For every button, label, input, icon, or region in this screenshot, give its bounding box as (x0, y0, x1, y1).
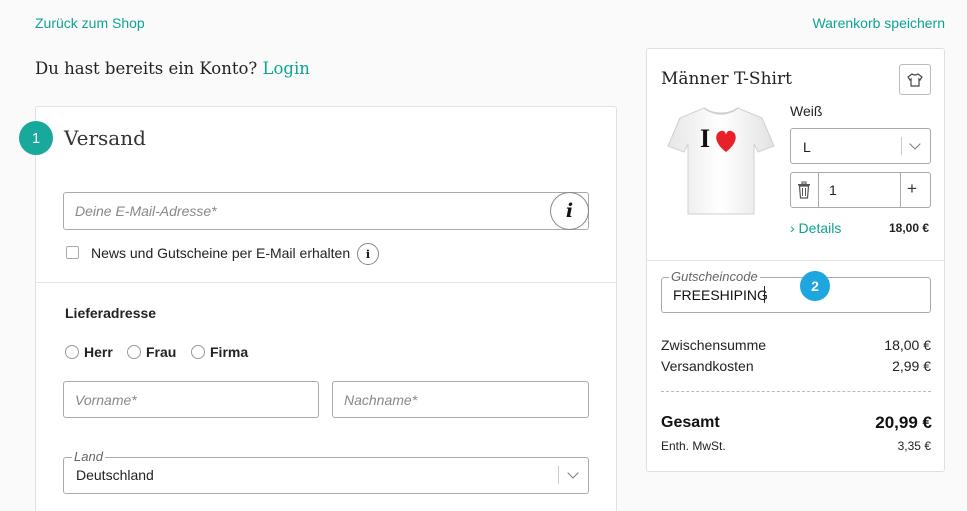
shipping-cost-value: 2,99 € (892, 358, 931, 374)
item-price: 18,00 € (889, 221, 930, 235)
total-value: 20,99 € (875, 413, 932, 432)
step-badge-1: 1 (19, 121, 53, 155)
product-image: I (666, 102, 776, 218)
quantity-separator-right (900, 172, 901, 208)
product-title: Männer T-Shirt (661, 69, 792, 89)
quantity-separator-left (818, 172, 819, 208)
email-field[interactable] (63, 192, 589, 230)
country-value: Deutschland (76, 467, 154, 483)
info-icon[interactable]: i (550, 192, 589, 230)
quantity-plus-button[interactable]: + (907, 179, 917, 199)
tax-value: 3,35 € (897, 439, 931, 453)
account-prompt-text: Du hast bereits ein Konto? (35, 59, 258, 78)
size-value: L (803, 139, 811, 155)
product-details-link[interactable]: › Details (790, 220, 841, 236)
first-name-field[interactable] (63, 381, 319, 418)
newsletter-label: News und Gutscheine per E-Mail erhalten (91, 245, 351, 261)
account-prompt: Du hast bereits ein Konto? Login (35, 59, 310, 78)
shirt-print-letter: I (700, 124, 710, 153)
size-select-separator (901, 137, 902, 155)
delivery-address-title: Lieferadresse (65, 305, 157, 321)
subtotal-value: 18,00 € (884, 337, 931, 353)
shipping-cost-label: Versandkosten (661, 358, 754, 374)
coupon-label: Gutscheincode (669, 269, 760, 284)
trash-icon[interactable] (796, 181, 812, 199)
tshirt-edit-icon (907, 72, 923, 87)
summary-dashed-divider (661, 391, 931, 392)
radio-label-herr: Herr (84, 344, 113, 360)
email-input[interactable] (64, 193, 544, 229)
section-divider (36, 282, 616, 283)
coupon-value[interactable]: FREESHIPING (673, 287, 768, 303)
radio-label-frau: Frau (146, 344, 177, 360)
section-title-shipping: Versand (64, 126, 146, 150)
newsletter-checkbox[interactable] (66, 246, 79, 259)
back-to-shop-link[interactable]: Zurück zum Shop (35, 15, 145, 31)
login-link[interactable]: Login (263, 59, 310, 78)
text-cursor (764, 286, 765, 303)
radio-herr[interactable] (65, 345, 79, 359)
edit-product-button[interactable] (899, 64, 931, 95)
cart-divider (647, 260, 944, 261)
step-badge-2: 2 (800, 271, 830, 301)
save-cart-link[interactable]: Warenkorb speichern (812, 15, 945, 31)
radio-frau[interactable] (127, 345, 141, 359)
first-name-input[interactable] (64, 382, 318, 417)
product-color: Weiß (790, 103, 823, 119)
tax-label: Enth. MwSt. (661, 439, 726, 453)
last-name-field[interactable] (332, 381, 589, 418)
country-select-separator (558, 466, 559, 484)
radio-firma[interactable] (191, 345, 205, 359)
total-label: Gesamt (661, 414, 720, 431)
subtotal-label: Zwischensumme (661, 337, 767, 353)
radio-label-firma: Firma (210, 344, 249, 360)
country-label: Land (72, 449, 105, 464)
size-select[interactable] (790, 128, 931, 164)
newsletter-info-icon[interactable]: i (357, 243, 379, 265)
quantity-value[interactable]: 1 (829, 182, 837, 198)
last-name-input[interactable] (333, 382, 588, 417)
